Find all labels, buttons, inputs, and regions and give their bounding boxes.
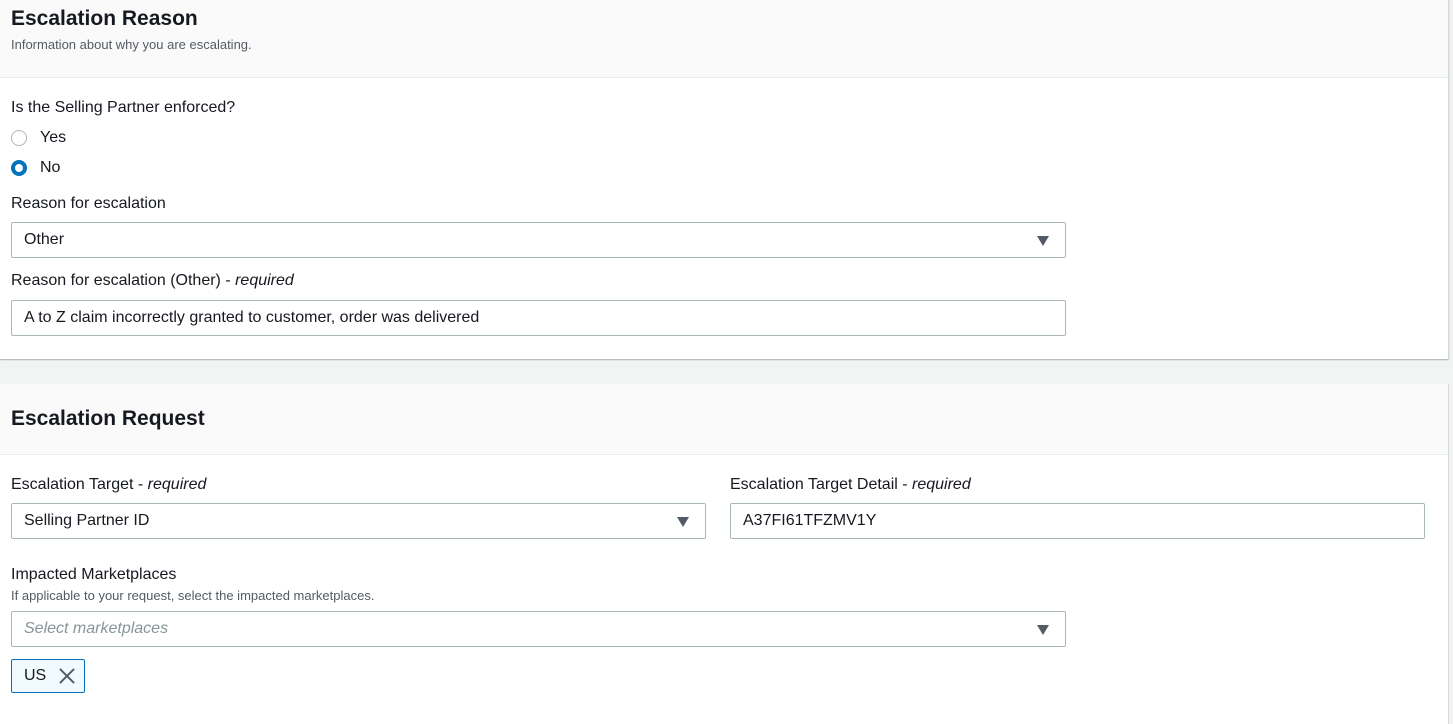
escalation-target-detail-value: A37FI61TFZMV1Y	[743, 512, 877, 529]
required-marker: required	[235, 272, 294, 289]
impacted-marketplaces-label: Impacted Marketplaces	[11, 566, 177, 583]
radio-option-no[interactable]: No	[11, 158, 60, 178]
escalation-reason-description: Information about why you are escalating…	[11, 37, 252, 52]
reason-other-input[interactable]: A to Z claim incorrectly granted to cust…	[11, 300, 1066, 336]
escalation-request-title: Escalation Request	[11, 407, 205, 430]
escalation-target-detail-label-text: Escalation Target Detail	[730, 476, 898, 493]
escalation-target-label-text: Escalation Target	[11, 476, 134, 493]
radio-label-no: No	[40, 159, 61, 176]
escalation-target-detail-label: Escalation Target Detail - required	[730, 476, 971, 493]
marketplace-token-us: US	[11, 659, 86, 693]
reason-for-escalation-label: Reason for escalation	[11, 195, 166, 212]
required-marker: required	[147, 476, 207, 493]
escalation-request-header: Escalation Request	[0, 384, 1448, 455]
required-marker: required	[912, 476, 971, 493]
radio-button-yes[interactable]	[11, 130, 27, 146]
radio-button-no[interactable]	[11, 160, 27, 176]
escalation-target-select[interactable]: Selling Partner ID	[11, 503, 706, 539]
reason-for-escalation-value: Other	[24, 231, 65, 248]
impacted-marketplaces-description: If applicable to your request, select th…	[11, 588, 375, 603]
escalation-target-detail-input[interactable]: A37FI61TFZMV1Y	[730, 503, 1425, 539]
close-icon[interactable]	[58, 667, 76, 685]
radio-option-yes[interactable]: Yes	[11, 128, 66, 148]
escalation-reason-title: Escalation Reason	[11, 7, 198, 30]
escalation-target-value: Selling Partner ID	[24, 512, 150, 529]
caret-down-icon	[1037, 236, 1049, 246]
enforced-question-label: Is the Selling Partner enforced?	[11, 99, 236, 116]
marketplaces-multiselect[interactable]: Select marketplaces	[11, 611, 1066, 647]
marketplaces-placeholder: Select marketplaces	[24, 620, 169, 637]
reason-other-value: A to Z claim incorrectly granted to cust…	[24, 309, 480, 326]
marketplace-token-label: US	[24, 667, 47, 684]
reason-for-escalation-select[interactable]: Other	[11, 222, 1066, 258]
reason-other-label: Reason for escalation (Other) - required	[11, 272, 294, 289]
escalation-target-label: Escalation Target - required	[11, 476, 207, 493]
caret-down-icon	[677, 517, 689, 527]
reason-other-label-text: Reason for escalation (Other)	[11, 272, 221, 289]
escalation-reason-header: Escalation Reason Information about why …	[0, 0, 1448, 78]
escalation-request-panel: Escalation Request	[0, 384, 1449, 724]
escalation-reason-panel: Escalation Reason Information about why …	[0, 0, 1449, 359]
caret-down-icon	[1037, 625, 1049, 635]
radio-label-yes: Yes	[40, 129, 67, 146]
